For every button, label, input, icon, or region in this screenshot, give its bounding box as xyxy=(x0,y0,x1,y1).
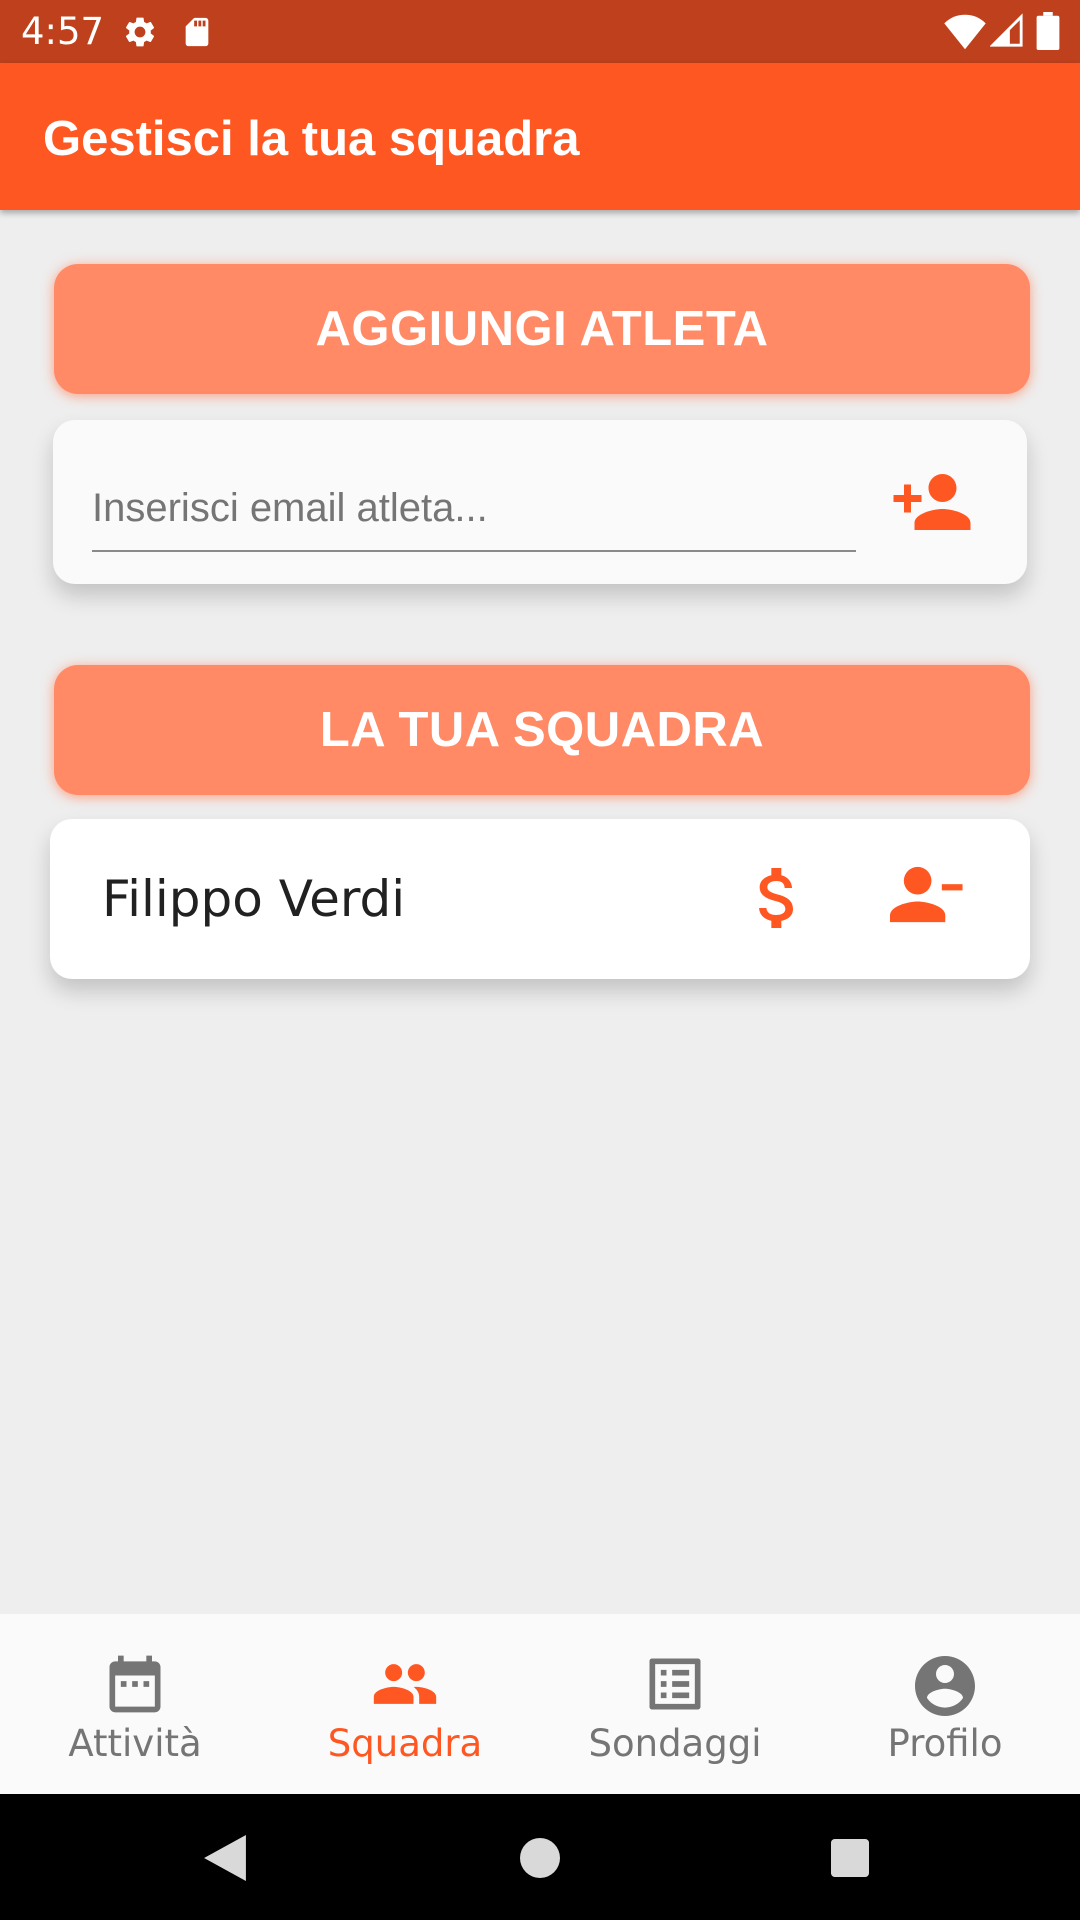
person-remove-icon[interactable] xyxy=(886,860,970,936)
status-time: 4:57 xyxy=(21,10,105,53)
athlete-email-input[interactable] xyxy=(92,466,856,552)
person-add-icon[interactable] xyxy=(890,460,974,544)
add-athlete-header: AGGIUNGI ATLETA xyxy=(54,264,1030,394)
nav-label-profilo: Profilo xyxy=(887,1722,1003,1765)
wifi-icon xyxy=(944,14,986,50)
account-circle-icon xyxy=(915,1656,975,1716)
nav-item-attivita[interactable]: Attività xyxy=(0,1614,270,1794)
team-header: LA TUA SQUADRA xyxy=(54,665,1030,795)
group-icon xyxy=(373,1664,437,1704)
signal-icon xyxy=(990,13,1023,47)
bottom-nav: Attività Squadra Sondaggi Profilo xyxy=(0,1614,1080,1794)
poll-list-icon xyxy=(649,1658,701,1710)
home-icon[interactable] xyxy=(520,1838,560,1878)
team-member-name: Filippo Verdi xyxy=(102,870,406,928)
settings-icon xyxy=(125,17,155,47)
battery-icon xyxy=(1036,12,1060,50)
calendar-icon xyxy=(109,1655,161,1713)
app-bar: Gestisci la tua squadra xyxy=(0,63,1080,210)
nav-item-profilo[interactable]: Profilo xyxy=(810,1614,1080,1794)
nav-label-squadra: Squadra xyxy=(327,1722,483,1765)
nav-item-sondaggi[interactable]: Sondaggi xyxy=(540,1614,810,1794)
system-nav-bar xyxy=(0,1794,1080,1920)
page-title: Gestisci la tua squadra xyxy=(43,112,580,166)
status-bar: 4:57 xyxy=(0,0,1080,63)
back-icon[interactable] xyxy=(204,1835,246,1881)
recents-icon[interactable] xyxy=(831,1839,869,1877)
nav-item-squadra[interactable]: Squadra xyxy=(270,1614,540,1794)
nav-label-sondaggi: Sondaggi xyxy=(588,1722,762,1765)
nav-label-attivita: Attività xyxy=(68,1722,202,1765)
sd-card-icon xyxy=(185,17,209,47)
dollar-icon[interactable] xyxy=(738,856,818,940)
